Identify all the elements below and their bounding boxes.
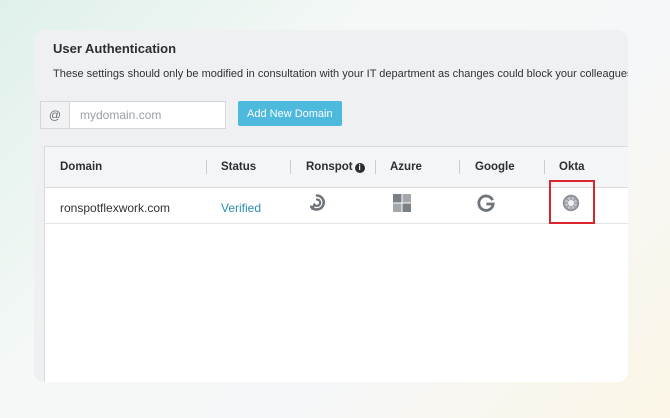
info-icon[interactable]: i <box>354 163 365 173</box>
column-divider <box>206 160 207 174</box>
column-header-ronspot: Ronspot i <box>306 161 365 173</box>
table-header: Domain Status Ronspot i Azure Google Okta <box>45 147 628 188</box>
user-authentication-card: User Authentication These settings shoul… <box>34 30 628 382</box>
column-divider <box>290 160 291 174</box>
add-new-domain-button[interactable]: Add New Domain <box>238 101 342 126</box>
column-divider <box>459 160 460 174</box>
google-g-icon[interactable] <box>476 193 496 213</box>
domain-input[interactable] <box>70 102 225 128</box>
section-title: User Authentication <box>53 41 177 56</box>
column-header-google: Google <box>475 161 515 173</box>
status-cell: Verified <box>221 201 262 215</box>
okta-highlight-box <box>549 180 595 224</box>
column-header-domain: Domain <box>60 161 103 173</box>
azure-windows-icon[interactable] <box>392 193 412 213</box>
ronspot-logo-icon[interactable] <box>307 193 327 213</box>
table-row: ronspotflexwork.com Verified <box>45 188 628 224</box>
column-header-ronspot-label: Ronspot <box>306 161 353 173</box>
column-divider <box>375 160 376 174</box>
column-header-status: Status <box>221 161 257 173</box>
section-description: These settings should only be modified i… <box>53 68 628 80</box>
column-divider <box>544 160 545 174</box>
column-header-azure: Azure <box>390 161 422 173</box>
column-header-okta: Okta <box>559 161 585 173</box>
domain-input-group: @ <box>40 101 226 129</box>
domains-table: Domain Status Ronspot i Azure Google Okta… <box>44 146 628 382</box>
at-symbol-addon: @ <box>41 102 70 128</box>
domain-cell: ronspotflexwork.com <box>60 201 171 215</box>
